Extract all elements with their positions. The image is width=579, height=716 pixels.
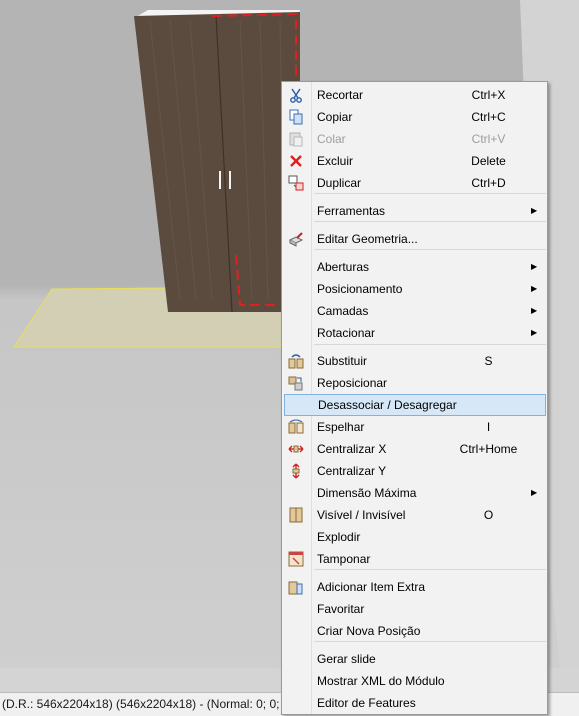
replace-icon xyxy=(288,353,304,369)
scissors-icon xyxy=(288,87,304,103)
add-extra-icon xyxy=(288,579,304,595)
menu-separator xyxy=(314,344,546,345)
door-handle xyxy=(219,171,221,189)
menu-item-shortcut: Delete xyxy=(471,154,506,168)
menu-item-label: Aberturas xyxy=(317,260,370,274)
menu-item-camadas[interactable]: Camadas ▶ xyxy=(284,300,546,322)
visibility-icon xyxy=(288,507,304,523)
menu-item-shortcut: Ctrl+C xyxy=(471,110,506,124)
edit-geometry-icon xyxy=(288,231,304,247)
menu-item-recortar[interactable]: Recortar Ctrl+X xyxy=(284,84,546,106)
menu-item-copiar[interactable]: Copiar Ctrl+C xyxy=(284,106,546,128)
menu-item-shortcut: O xyxy=(483,508,494,522)
menu-item-centralizar-x[interactable]: Centralizar X Ctrl+Home xyxy=(284,438,546,460)
menu-item-aberturas[interactable]: Aberturas ▶ xyxy=(284,256,546,278)
menu-item-dimensao-maxima[interactable]: Dimensão Máxima ▶ xyxy=(284,482,546,504)
menu-item-label: Colar xyxy=(317,132,346,146)
menu-item-mostrar-xml-do-modulo[interactable]: Mostrar XML do Módulo xyxy=(284,670,546,692)
menu-item-label: Rotacionar xyxy=(317,326,376,340)
duplicate-icon xyxy=(288,175,304,191)
menu-item-label: Espelhar xyxy=(317,420,365,434)
submenu-arrow-icon: ▶ xyxy=(531,306,538,315)
mirror-icon xyxy=(288,419,304,435)
menu-item-label: Centralizar X xyxy=(317,442,387,456)
menu-item-substituir[interactable]: Substituir S xyxy=(284,350,546,372)
menu-item-label: Substituir xyxy=(317,354,368,368)
menu-item-label: Camadas xyxy=(317,304,369,318)
menu-item-label: Mostrar XML do Módulo xyxy=(317,674,445,688)
menu-item-espelhar[interactable]: Espelhar I xyxy=(284,416,546,438)
menu-item-label: Reposicionar xyxy=(317,376,388,390)
menu-item-label: Adicionar Item Extra xyxy=(317,580,426,594)
menu-item-posicionamento[interactable]: Posicionamento ▶ xyxy=(284,278,546,300)
submenu-arrow-icon: ▶ xyxy=(531,328,538,337)
menu-item-label: Gerar slide xyxy=(317,652,376,666)
status-text: (D.R.: 546x2204x18) (546x2204x18) - (Nor… xyxy=(2,697,309,711)
copy-icon xyxy=(288,109,304,125)
menu-item-centralizar-y[interactable]: Centralizar Y xyxy=(284,460,546,482)
menu-item-duplicar[interactable]: Duplicar Ctrl+D xyxy=(284,172,546,194)
menu-item-criar-nova-posicao[interactable]: Criar Nova Posição xyxy=(284,620,546,642)
menu-item-label: Copiar xyxy=(317,110,353,124)
center-y-icon xyxy=(288,463,304,479)
menu-item-explodir[interactable]: Explodir xyxy=(284,526,546,548)
menu-item-label: Explodir xyxy=(317,530,361,544)
menu-item-label: Excluir xyxy=(317,154,354,168)
menu-item-label: Recortar xyxy=(317,88,364,102)
door-handle xyxy=(229,171,231,189)
submenu-arrow-icon: ▶ xyxy=(531,284,538,293)
submenu-arrow-icon: ▶ xyxy=(531,488,538,497)
menu-item-visivel-invisivel[interactable]: Visível / Invisível O xyxy=(284,504,546,526)
menu-item-label: Posicionamento xyxy=(317,282,403,296)
submenu-arrow-icon: ▶ xyxy=(531,262,538,271)
submenu-arrow-icon: ▶ xyxy=(531,206,538,215)
menu-item-shortcut: Ctrl+Home xyxy=(459,442,518,456)
context-menu: Recortar Ctrl+X Copiar Ctrl+C Colar Ctrl+V Exc… xyxy=(281,81,548,715)
menu-item-editor-de-features[interactable]: Editor de Features xyxy=(284,692,546,714)
menu-item-editar-geometria[interactable]: Editar Geometria... xyxy=(284,228,546,250)
menu-item-label: Criar Nova Posição xyxy=(317,624,421,638)
menu-item-reposicionar[interactable]: Reposicionar xyxy=(284,372,546,394)
menu-item-shortcut: I xyxy=(486,420,491,434)
menu-item-label: Editar Geometria... xyxy=(317,232,418,246)
menu-item-adicionar-item-extra[interactable]: Adicionar Item Extra xyxy=(284,576,546,598)
menu-item-label: Editor de Features xyxy=(317,696,416,710)
menu-item-desassociar-desagregar[interactable]: Desassociar / Desagregar xyxy=(284,394,546,416)
menu-item-label: Favoritar xyxy=(317,602,365,616)
menu-item-label: Dimensão Máxima xyxy=(317,486,417,500)
wardrobe-body xyxy=(134,12,300,312)
menu-item-excluir[interactable]: Excluir Delete xyxy=(284,150,546,172)
menu-item-label: Desassociar / Desagregar xyxy=(318,398,457,412)
reposition-icon xyxy=(288,375,304,391)
menu-item-label: Visível / Invisível xyxy=(317,508,406,522)
menu-item-label: Duplicar xyxy=(317,176,362,190)
menu-item-shortcut: Ctrl+X xyxy=(471,88,506,102)
menu-item-ferramentas[interactable]: Ferramentas ▶ xyxy=(284,200,546,222)
menu-item-favoritar[interactable]: Favoritar xyxy=(284,598,546,620)
menu-item-colar[interactable]: Colar Ctrl+V xyxy=(284,128,546,150)
menu-item-label: Ferramentas xyxy=(317,204,386,218)
menu-item-shortcut: S xyxy=(484,354,493,368)
delete-icon xyxy=(288,153,304,169)
menu-item-shortcut: Ctrl+V xyxy=(471,132,506,146)
paste-icon xyxy=(288,131,304,147)
menu-item-label: Centralizar Y xyxy=(317,464,387,478)
menu-item-label: Tamponar xyxy=(317,552,371,566)
menu-item-rotacionar[interactable]: Rotacionar ▶ xyxy=(284,322,546,344)
menu-item-shortcut: Ctrl+D xyxy=(471,176,506,190)
menu-item-gerar-slide[interactable]: Gerar slide xyxy=(284,648,546,670)
menu-item-tamponar[interactable]: Tamponar xyxy=(284,548,546,570)
center-x-icon xyxy=(288,441,304,457)
cover-icon xyxy=(288,551,304,567)
